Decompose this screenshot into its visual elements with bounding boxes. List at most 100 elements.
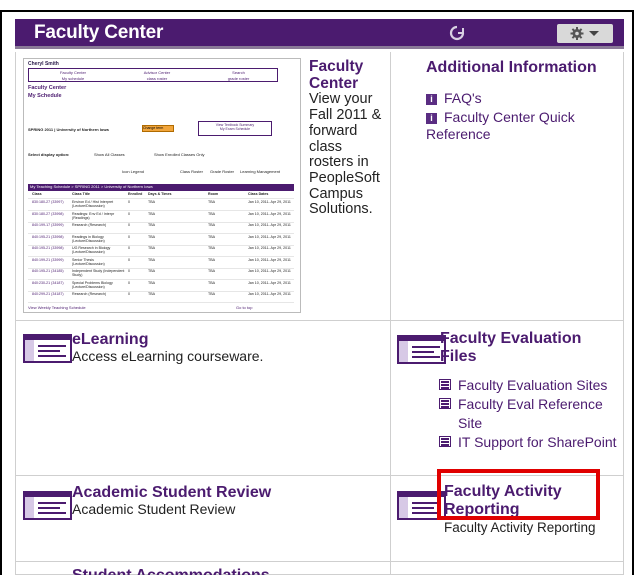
faculty-activity-reporting-desc: Faculty Activity Reporting: [444, 520, 596, 535]
thumb-col: Room: [208, 192, 219, 196]
thumb-table-cell: 840:199-21 (33999): [32, 257, 64, 262]
column-divider: [390, 52, 391, 575]
thumb-col: Class Title: [72, 192, 90, 196]
thumb-table-cell: Research (Research): [72, 223, 107, 227]
header-title: Faculty Center: [34, 22, 164, 43]
thumb-table-cell: TBA: [208, 211, 215, 216]
thumb-legend: Learning Management: [240, 169, 281, 174]
thumb-option: Show All Classes: [94, 152, 125, 157]
thumb-footer-link: View Weekly Teaching Schedule: [28, 305, 86, 310]
thumb-user-name: Cheryl Smith: [28, 61, 59, 67]
thumb-table-cell: TBA: [148, 257, 155, 262]
faculty-eval-reference-link[interactable]: Faculty Eval Reference Site: [439, 395, 624, 433]
faculty-center-text: View your Fall 2011 & forward class rost…: [309, 91, 382, 218]
thumb-box-line: My Exam Schedule: [219, 127, 251, 131]
document-icon: [439, 379, 451, 390]
thumb-table-cell: Research (Research): [72, 292, 107, 296]
thumb-table-cell: 830:180-27 (33997): [32, 200, 64, 204]
academic-student-review-link[interactable]: Academic Student Review: [72, 484, 271, 502]
thumb-tab: class roster: [146, 76, 168, 81]
faq-link-label: FAQ's: [444, 90, 482, 106]
thumb-table-cell: Jan 10, 2011- Apr 29, 2011: [248, 211, 291, 216]
additional-information-title: Additional Information: [426, 59, 597, 76]
thumb-table-cell: TBA: [148, 234, 155, 239]
top-border: [0, 0, 634, 12]
thumb-table-cell: Jan 10, 2011- Apr 29, 2011: [248, 200, 291, 204]
settings-menu-button[interactable]: [557, 24, 613, 43]
faculty-center-screenshot-thumbnail[interactable]: Cheryl Smith Faculty Center Advisor Cent…: [23, 58, 301, 313]
thumb-table-cell: 840:195-21 (33998): [32, 246, 64, 250]
faculty-center-header: Faculty Center: [15, 19, 624, 49]
thumb-col: Days & Times: [148, 192, 172, 196]
faculty-eval-reference-label: Faculty Eval Reference Site: [458, 396, 603, 431]
it-support-sharepoint-link[interactable]: IT Support for SharePoint: [439, 433, 624, 452]
chevron-down-icon: [589, 31, 599, 36]
thumb-table-cell: Jan 10, 2011- Apr 29, 2011: [248, 280, 291, 285]
thumb-table-cell: UG Research in Biology (Lecture/Discussi…: [72, 246, 111, 254]
thumb-table-cell: Jan 10, 2011- Apr 29, 2011: [248, 292, 291, 296]
highlight-box: [437, 469, 600, 520]
student-accommodations-link[interactable]: Student Accommodations: [72, 567, 270, 575]
thumb-table-row: 840:199-17 (33999) Research (Research) 0 TB…: [28, 223, 294, 234]
thumb-tab: grade roster: [227, 76, 250, 81]
thumb-legend: Class Roster: [180, 169, 203, 174]
academic-student-review-desc: Academic Student Review: [72, 501, 236, 517]
thumb-table-row: 840:299-21 (34187) Research (Research) 0 TB…: [28, 292, 294, 303]
thumb-tabs: Faculty Center Advisor Center Search My …: [28, 68, 278, 82]
elearning-window-icon: [23, 334, 72, 363]
thumb-table-row: 840:199-21 (33999) Senior Thesis (Lecture…: [28, 258, 294, 269]
gear-icon: [570, 27, 599, 40]
thumb-tab: Faculty Center: [59, 70, 86, 75]
faculty-evaluation-title[interactable]: Faculty Evaluation Files: [440, 330, 620, 366]
thumb-table-cell: Special Problems Biology (Lecture/Discus…: [72, 280, 113, 289]
thumb-table-cell: TBA: [148, 211, 155, 216]
thumb-table-cell: Environ Ed / Hist Interpret (Lecture/Dis…: [72, 200, 114, 208]
elearning-link[interactable]: eLearning: [72, 331, 148, 349]
faculty-center-link[interactable]: Faculty Center: [309, 58, 363, 92]
thumb-legend: Icon Legend: [122, 169, 145, 174]
thumb-table-header: Class Class Title Enrolled Days & Times …: [28, 192, 294, 199]
thumb-table-cell: 840:195-21 (34185): [32, 269, 64, 273]
thumb-legend: Grade Roster: [210, 169, 235, 174]
thumb-table-cell: TBA: [208, 292, 215, 296]
thumb-table-cell: TBA: [208, 200, 215, 204]
thumb-table-cell: TBA: [148, 292, 155, 296]
info-icon: i: [426, 113, 437, 124]
thumb-box: View Textbook Summary My Exam Schedule: [198, 121, 272, 136]
thumb-change-term: Change term: [142, 125, 174, 132]
thumb-table-cell: 840:299-21 (34187): [32, 292, 64, 296]
thumb-table-cell: TBA: [148, 200, 155, 204]
thumb-table-cell: Independent Study (Independent Study): [72, 269, 125, 277]
faculty-evaluation-sites-label: Faculty Evaluation Sites: [458, 377, 608, 393]
thumb-tab: Search: [232, 70, 245, 75]
thumb-table-cell: TBA: [208, 234, 215, 239]
thumb-col: Class Dates: [248, 192, 269, 196]
thumb-table-cell: TBA: [208, 269, 215, 273]
thumb-heading: Faculty Center: [28, 85, 67, 91]
faculty-evaluation-sites-link[interactable]: Faculty Evaluation Sites: [439, 376, 607, 395]
thumb-table-cell: TBA: [148, 269, 155, 273]
thumb-col: Class: [32, 192, 42, 196]
thumb-table-row: 840:195-21 (33998) UG Research in Biology…: [28, 246, 294, 257]
refresh-icon[interactable]: [449, 25, 465, 41]
thumb-term: SPRING 2011 | University of Northern Iow…: [28, 127, 109, 132]
elearning-desc: Access eLearning courseware.: [72, 348, 264, 364]
thumb-table-cell: Jan 10, 2011- Apr 29, 2011: [248, 234, 291, 239]
thumb-table-cell: 840:199-17 (33999): [32, 223, 64, 227]
thumb-table-cell: TBA: [148, 280, 155, 285]
thumb-table-row: 840:230-21 (34187) Special Problems Biolo…: [28, 281, 294, 292]
thumb-table-row: 840:195-21 (33998) Readings in Biology (L…: [28, 235, 294, 246]
thumb-option: Show Enrolled Classes Only: [154, 152, 205, 157]
quick-reference-link[interactable]: i Faculty Center Quick Reference: [426, 109, 616, 143]
thumb-table-cell: Jan 10, 2011- Apr 29, 2011: [248, 269, 291, 273]
row-divider: [15, 561, 624, 562]
thumb-table-cell: Readings in Biology (Lecture/Discussion): [72, 234, 105, 243]
thumb-table-cell: Jan 10, 2011- Apr 29, 2011: [248, 223, 291, 227]
academic-review-window-icon: [23, 491, 72, 520]
thumb-tab: My schedule: [61, 76, 85, 81]
thumb-table-cell: TBA: [208, 280, 215, 285]
thumb-table-title: My Teaching Schedule > SPRING 2011 > Uni…: [28, 184, 294, 191]
thumb-tab: Advisor Center: [143, 70, 171, 75]
info-icon: i: [426, 94, 437, 105]
faq-link[interactable]: i FAQ's: [426, 90, 482, 107]
